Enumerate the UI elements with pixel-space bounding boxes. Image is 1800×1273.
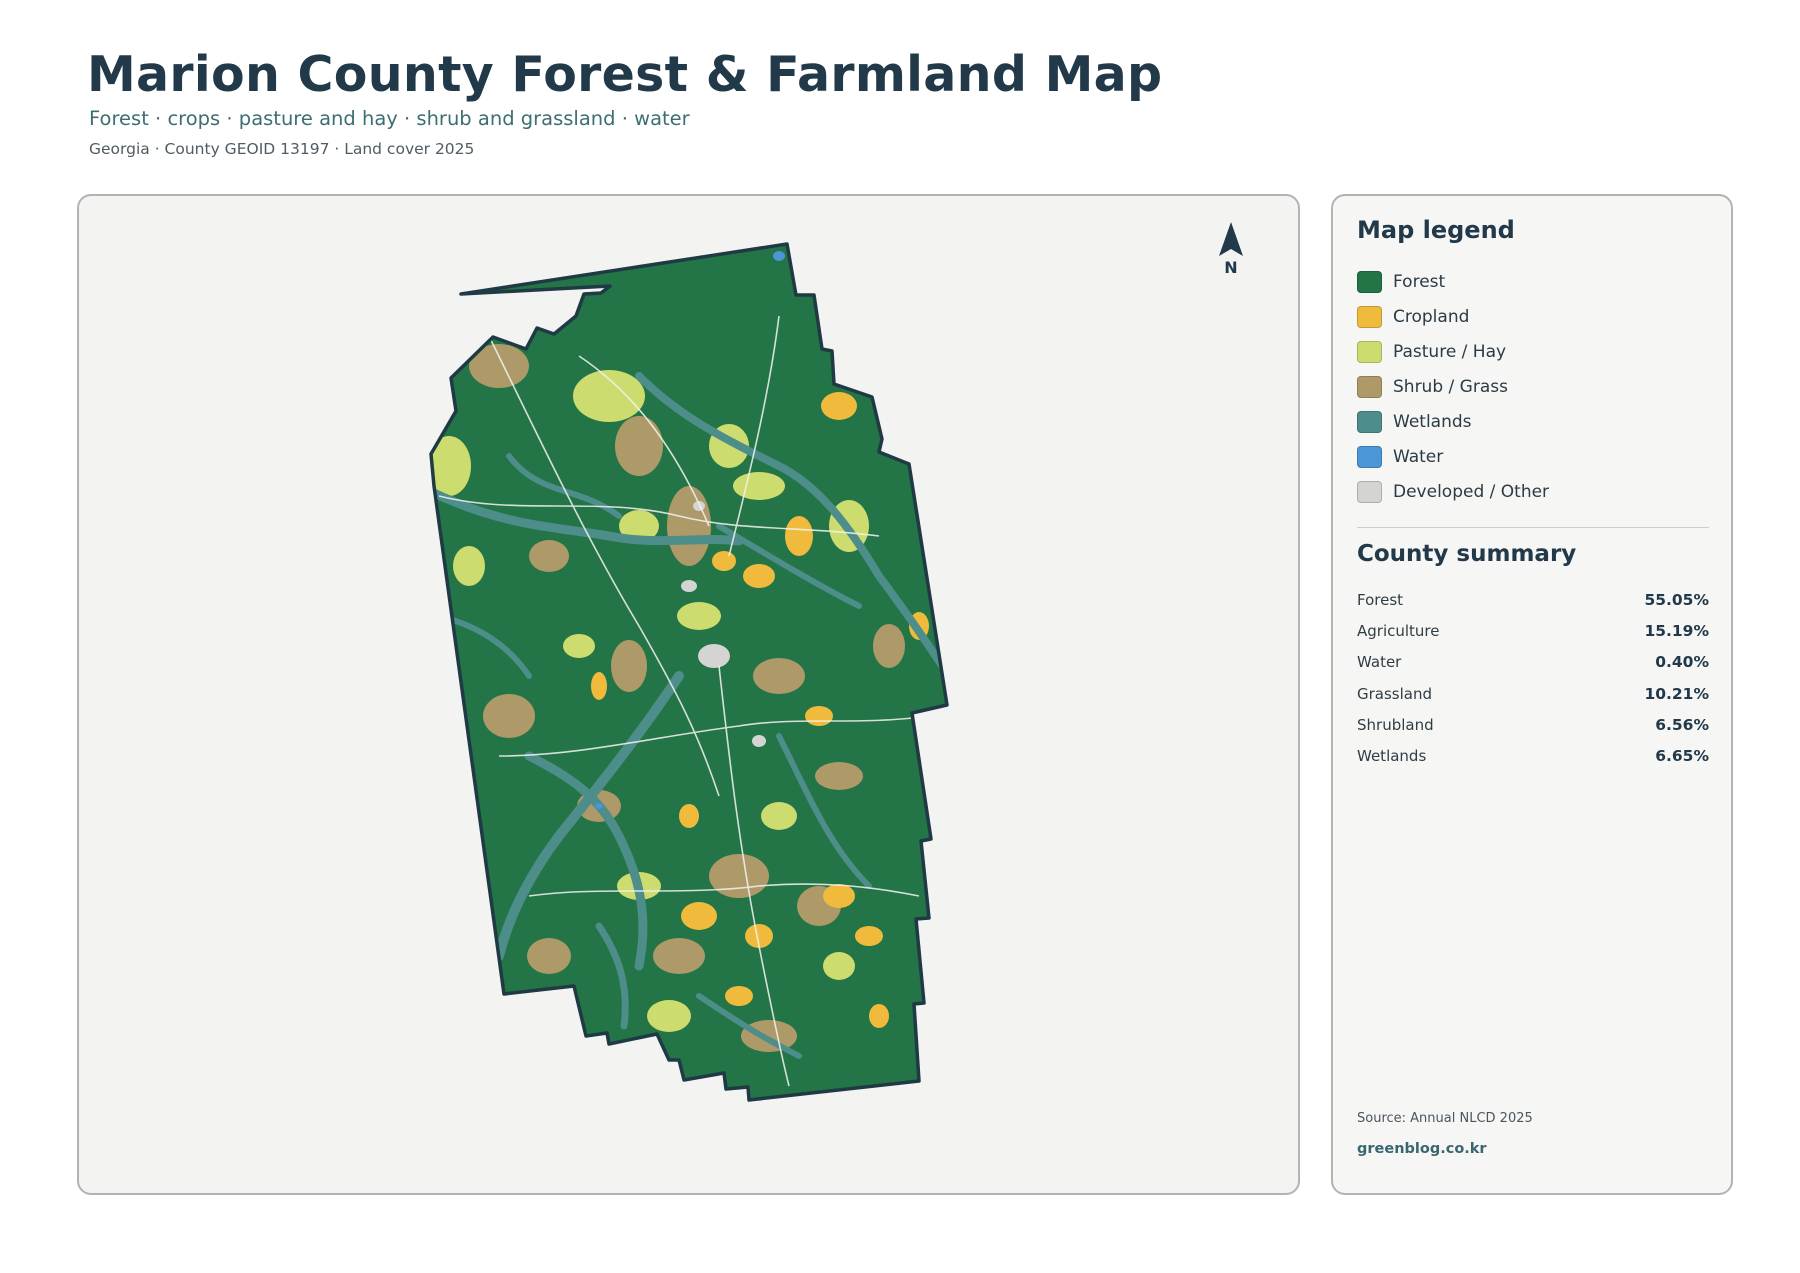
- summary-label: Water: [1357, 653, 1402, 672]
- legend-label: Cropland: [1393, 306, 1470, 327]
- summary-value: 6.65%: [1655, 747, 1709, 766]
- summary-label: Wetlands: [1357, 747, 1427, 766]
- map-panel[interactable]: [77, 194, 1300, 1195]
- legend-item-shrub-grass: Shrub / Grass: [1357, 369, 1549, 404]
- summary-label: Agriculture: [1357, 621, 1440, 640]
- summary-value: 6.56%: [1655, 715, 1709, 734]
- legend-divider: [1357, 527, 1709, 528]
- summary-label: Forest: [1357, 590, 1404, 609]
- summary-row-grassland: Grassland 10.21%: [1357, 678, 1709, 709]
- page-title: Marion County Forest & Farmland Map: [87, 46, 1163, 103]
- legend-list: Forest Cropland Pasture / Hay Shrub / Gr…: [1357, 264, 1549, 509]
- north-label: N: [1224, 258, 1238, 277]
- summary-label: Grassland: [1357, 684, 1432, 703]
- summary-value: 0.40%: [1655, 653, 1709, 672]
- legend-item-developed-other: Developed / Other: [1357, 474, 1549, 509]
- north-arrow-icon: [1219, 222, 1243, 256]
- legend-label: Water: [1393, 446, 1444, 467]
- summary-list: Forest 55.05% Agriculture 15.19% Water 0…: [1357, 584, 1709, 772]
- summary-row-wetlands: Wetlands 6.65%: [1357, 740, 1709, 771]
- legend-label: Shrub / Grass: [1393, 376, 1508, 397]
- legend-swatch: [1357, 340, 1382, 363]
- legend-panel: Map legend Forest Cropland Pasture / Hay…: [1331, 194, 1733, 1195]
- legend-swatch: [1357, 410, 1382, 433]
- summary-row-agriculture: Agriculture 15.19%: [1357, 615, 1709, 646]
- summary-value: 10.21%: [1644, 684, 1709, 703]
- legend-title: Map legend: [1357, 216, 1515, 244]
- site-link[interactable]: greenblog.co.kr: [1357, 1141, 1487, 1157]
- legend-swatch: [1357, 375, 1382, 398]
- legend-label: Forest: [1393, 271, 1446, 292]
- summary-row-water: Water 0.40%: [1357, 647, 1709, 678]
- source-note: Source: Annual NLCD 2025: [1357, 1111, 1533, 1126]
- legend-label: Developed / Other: [1393, 481, 1550, 502]
- legend-swatch: [1357, 305, 1382, 328]
- summary-title: County summary: [1357, 541, 1577, 567]
- summary-value: 55.05%: [1644, 590, 1709, 609]
- legend-item-wetlands: Wetlands: [1357, 404, 1549, 439]
- legend-label: Pasture / Hay: [1393, 341, 1507, 362]
- legend-item-water: Water: [1357, 439, 1549, 474]
- summary-row-shrubland: Shrubland 6.56%: [1357, 709, 1709, 740]
- legend-swatch: [1357, 270, 1382, 293]
- county-map[interactable]: [79, 196, 1300, 1195]
- legend-item-cropland: Cropland: [1357, 299, 1549, 334]
- north-arrow: N: [1216, 222, 1246, 277]
- summary-value: 15.19%: [1644, 621, 1709, 640]
- summary-label: Shrubland: [1357, 715, 1434, 734]
- legend-swatch: [1357, 445, 1382, 468]
- page-subtitle: Forest · crops · pasture and hay · shrub…: [89, 107, 690, 130]
- page-meta: Georgia · County GEOID 13197 · Land cove…: [89, 140, 475, 158]
- legend-item-forest: Forest: [1357, 264, 1549, 299]
- legend-item-pasture-hay: Pasture / Hay: [1357, 334, 1549, 369]
- legend-swatch: [1357, 480, 1382, 503]
- legend-label: Wetlands: [1393, 411, 1472, 432]
- summary-row-forest: Forest 55.05%: [1357, 584, 1709, 615]
